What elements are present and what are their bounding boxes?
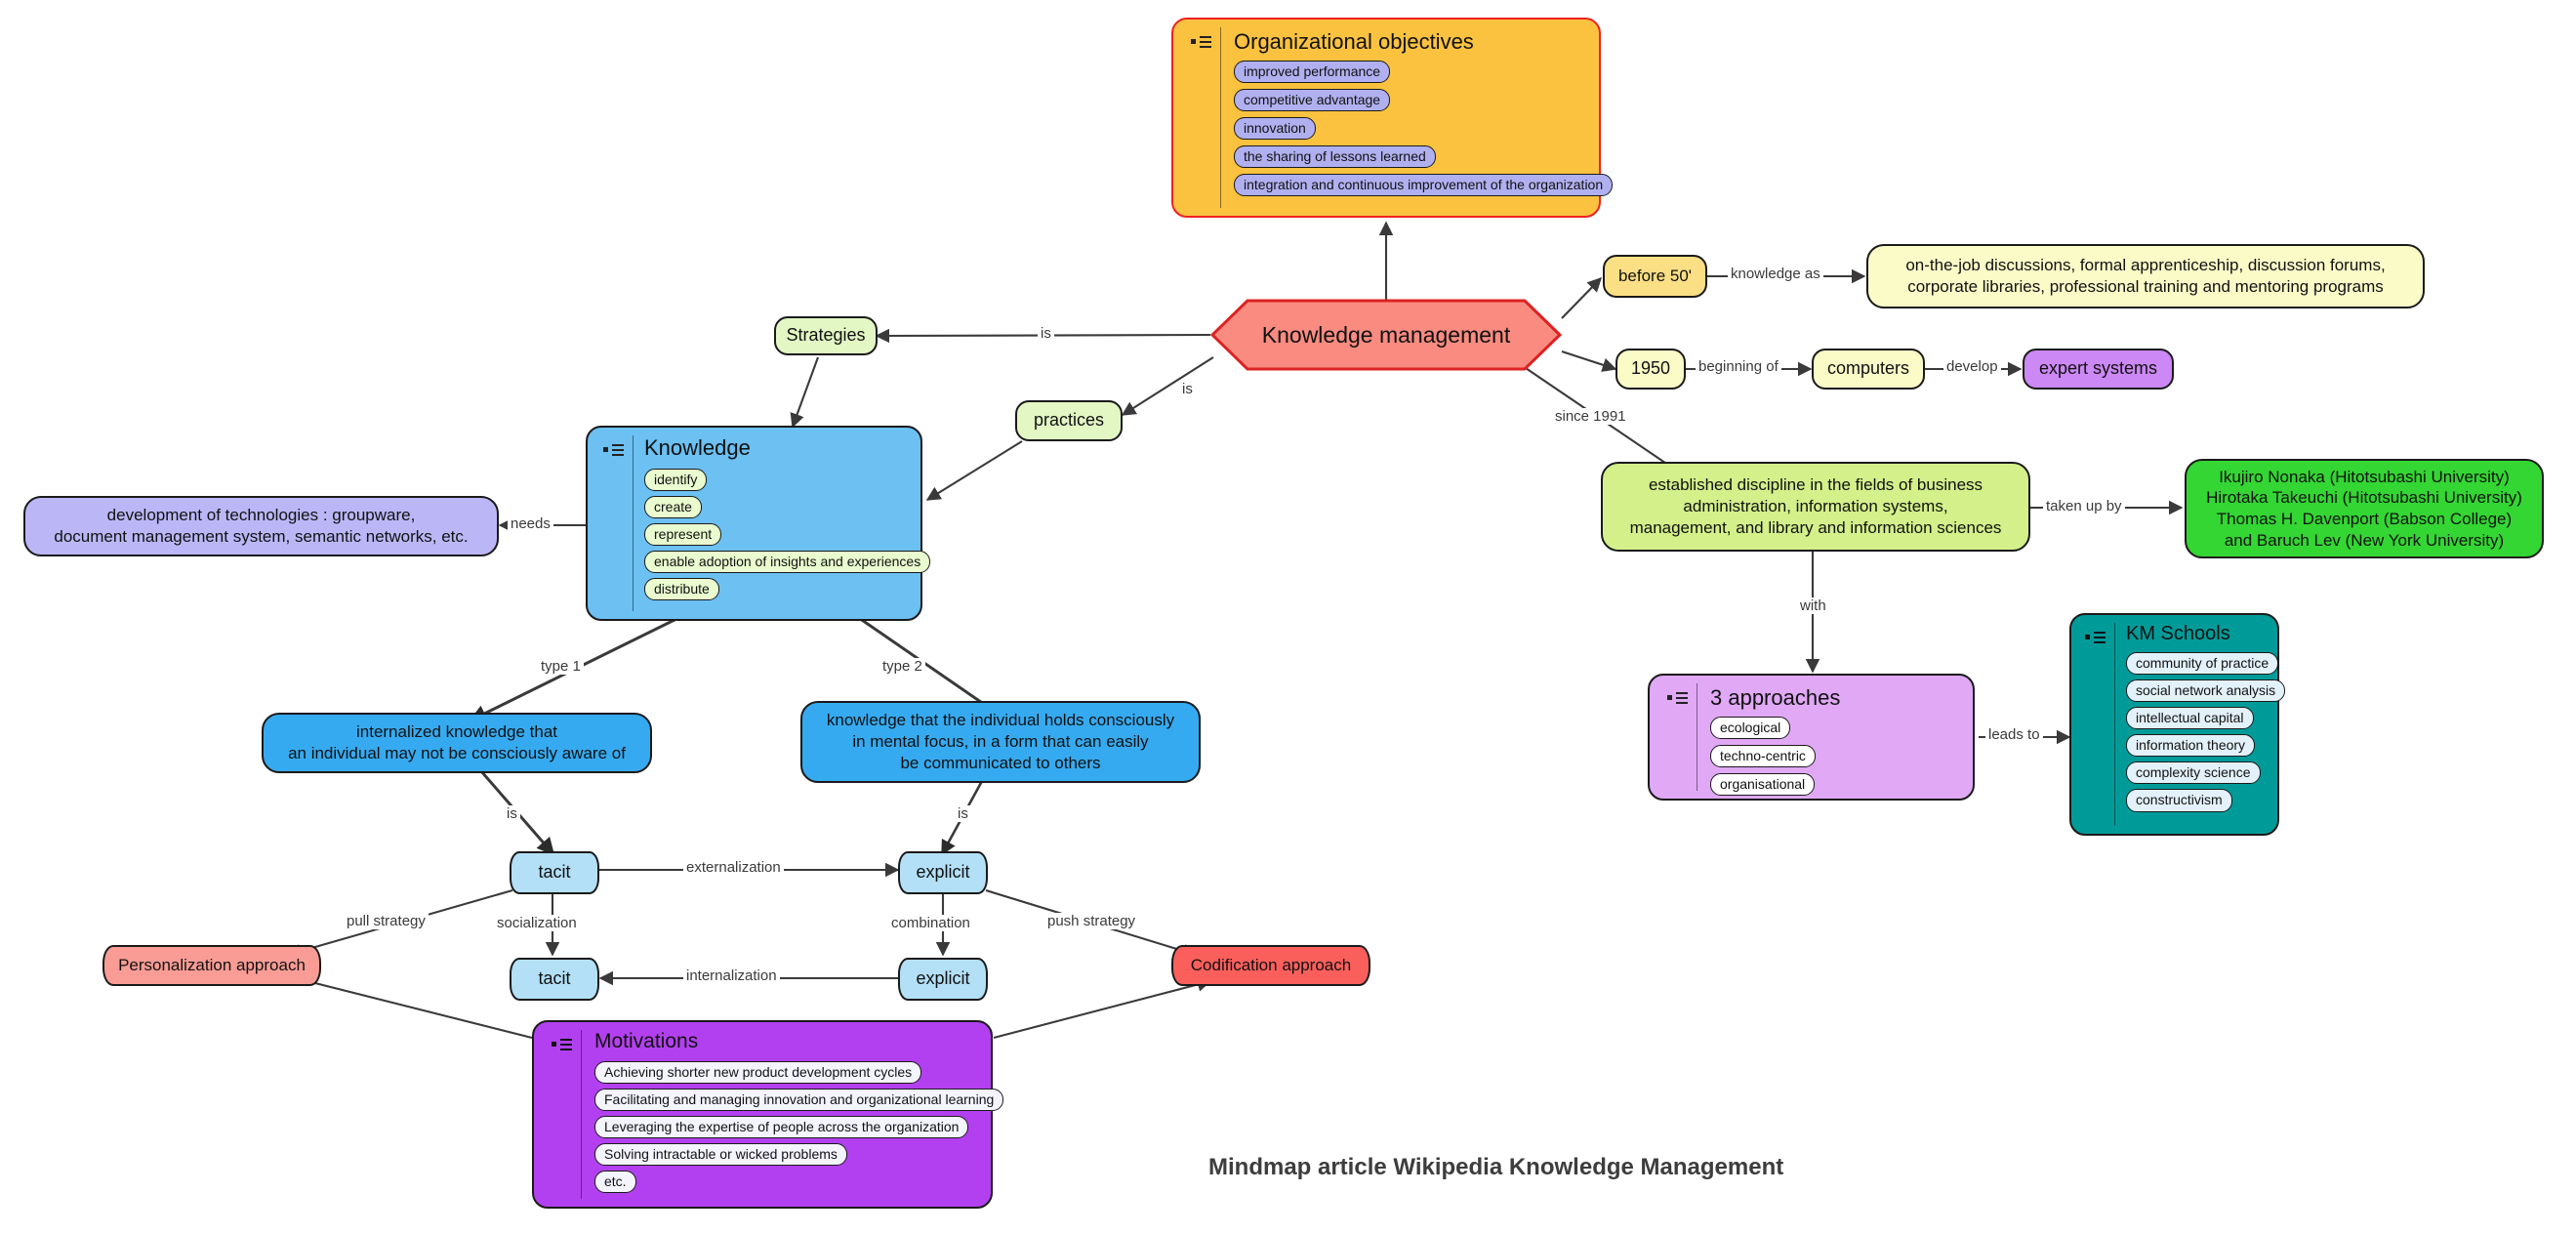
group-list-icon <box>1667 691 1689 707</box>
organizational-objectives-title: Organizational objectives <box>1234 29 1474 54</box>
node-computers[interactable]: computers <box>1812 349 1925 390</box>
node-personalization-approach[interactable]: Personalization approach <box>102 945 321 986</box>
node-explicit-bottom[interactable]: explicit <box>898 958 988 1001</box>
node-established-discipline[interactable]: established discipline in the fields of … <box>1601 462 2030 552</box>
motivations-title: Motivations <box>594 1030 699 1052</box>
central-node-knowledge-management[interactable]: Knowledge management <box>1210 299 1562 371</box>
node-practices[interactable]: practices <box>1015 400 1123 441</box>
organizational-objectives-items: improved performance competitive advanta… <box>1234 61 1614 202</box>
edge-label-is-strategies: is <box>1038 325 1054 342</box>
km-schools-group[interactable]: KM Schools community of practice social … <box>2069 613 2286 836</box>
node-strategies[interactable]: Strategies <box>774 316 878 355</box>
approaches-title: 3 approaches <box>1710 685 1841 710</box>
km-schools-items: community of practice social network ana… <box>2126 652 2286 817</box>
edge-label-internalization: internalization <box>683 967 780 984</box>
edge-label-push-strategy: push strategy <box>1044 913 1139 929</box>
edge-label-pull-strategy: pull strategy <box>344 913 429 929</box>
edge-label-combination: combination <box>888 915 973 931</box>
central-node-label: Knowledge management <box>1261 321 1511 348</box>
knowledge-pill[interactable]: create <box>644 496 702 519</box>
motivation-pill[interactable]: Leveraging the expertise of people acros… <box>594 1116 969 1139</box>
node-expert-systems[interactable]: expert systems <box>2023 349 2174 390</box>
node-1950[interactable]: 1950 <box>1615 349 1686 390</box>
km-school-pill[interactable]: intellectual capital <box>2126 707 2254 730</box>
edge-label-beginning-of: beginning of <box>1696 358 1781 375</box>
group-list-icon <box>603 443 625 459</box>
node-codification-approach[interactable]: Codification approach <box>1171 945 1370 986</box>
approaches-items: ecological techno-centric organisational <box>1710 717 1965 802</box>
km-school-pill[interactable]: constructivism <box>2126 789 2232 812</box>
edge-label-type-2: type 2 <box>879 658 925 675</box>
knowledge-pill[interactable]: enable adoption of insights and experien… <box>644 551 931 574</box>
node-tacit-definition[interactable]: internalized knowledge that an individua… <box>262 713 652 773</box>
approach-pill[interactable]: ecological <box>1710 717 1791 740</box>
objective-pill[interactable]: innovation <box>1234 117 1316 141</box>
edge-label-since-1991: since 1991 <box>1552 408 1629 425</box>
node-tacit-top[interactable]: tacit <box>510 851 599 894</box>
node-tacit-bottom[interactable]: tacit <box>510 958 599 1001</box>
motivations-items: Achieving shorter new product developmen… <box>594 1061 1004 1198</box>
edge-label-is-explicit: is <box>955 805 971 822</box>
edge-label-socialization: socialization <box>494 915 580 931</box>
edge-label-develop: develop <box>1943 358 2001 375</box>
km-schools-title: KM Schools <box>2126 623 2230 644</box>
group-list-icon <box>2085 631 2106 646</box>
approaches-group[interactable]: 3 approaches ecological techno-centric o… <box>1648 674 1975 801</box>
knowledge-title: Knowledge <box>644 435 751 460</box>
node-km-people[interactable]: Ikujiro Nonaka (Hitotsubashi University)… <box>2185 459 2544 558</box>
group-divider <box>2114 623 2115 826</box>
km-school-pill[interactable]: complexity science <box>2126 761 2261 785</box>
edge-label-is-tacit: is <box>504 805 520 822</box>
objective-pill[interactable]: integration and continuous improvement o… <box>1234 174 1614 197</box>
knowledge-pill[interactable]: distribute <box>644 578 719 601</box>
edge-label-needs: needs <box>508 515 553 532</box>
motivation-pill[interactable]: Solving intractable or wicked problems <box>594 1143 847 1167</box>
edge-label-externalization: externalization <box>683 859 784 876</box>
edge-label-taken-up-by: taken up by <box>2043 498 2125 514</box>
edge-label-is-practices: is <box>1179 381 1196 397</box>
node-development-of-technologies[interactable]: development of technologies : groupware,… <box>23 496 499 556</box>
km-school-pill[interactable]: social network analysis <box>2126 679 2286 703</box>
approach-pill[interactable]: techno-centric <box>1710 745 1816 768</box>
motivation-pill[interactable]: Facilitating and managing innovation and… <box>594 1089 1004 1112</box>
organizational-objectives-group[interactable]: Organizational objectives improved perfo… <box>1171 18 1614 218</box>
knowledge-group[interactable]: Knowledge identify create represent enab… <box>586 426 931 621</box>
knowledge-pill[interactable]: represent <box>644 523 722 547</box>
objective-pill[interactable]: improved performance <box>1234 61 1391 84</box>
km-school-pill[interactable]: community of practice <box>2126 652 2279 676</box>
group-divider <box>633 435 634 611</box>
edge-label-type-1: type 1 <box>538 658 584 675</box>
node-before-50[interactable]: before 50' <box>1603 255 1707 298</box>
group-list-icon <box>552 1038 573 1053</box>
group-divider <box>1220 27 1221 208</box>
group-divider <box>581 1030 582 1199</box>
node-explicit-definition[interactable]: knowledge that the individual holds cons… <box>800 701 1201 783</box>
node-explicit-top[interactable]: explicit <box>898 851 988 894</box>
approach-pill[interactable]: organisational <box>1710 773 1816 797</box>
objective-pill[interactable]: the sharing of lessons learned <box>1234 145 1436 169</box>
km-school-pill[interactable]: information theory <box>2126 734 2256 758</box>
diagram-caption: Mindmap article Wikipedia Knowledge Mana… <box>1208 1154 1784 1180</box>
edge-label-with: with <box>1797 597 1829 614</box>
knowledge-items: identify create represent enable adoptio… <box>644 469 931 605</box>
mindmap-canvas: Organizational objectives improved perfo… <box>0 0 2576 1234</box>
node-knowledge-as-list[interactable]: on-the-job discussions, formal apprentic… <box>1866 244 2425 308</box>
motivation-pill[interactable]: Achieving shorter new product developmen… <box>594 1061 922 1085</box>
group-list-icon <box>1191 35 1212 51</box>
motivations-group[interactable]: Motivations Achieving shorter new produc… <box>532 1020 1004 1209</box>
motivation-pill[interactable]: etc. <box>594 1171 636 1194</box>
knowledge-pill[interactable]: identify <box>644 469 708 492</box>
edge-label-leads-to: leads to <box>1985 726 2043 743</box>
objective-pill[interactable]: competitive advantage <box>1234 89 1391 112</box>
edge-label-knowledge-as: knowledge as <box>1728 266 1823 282</box>
